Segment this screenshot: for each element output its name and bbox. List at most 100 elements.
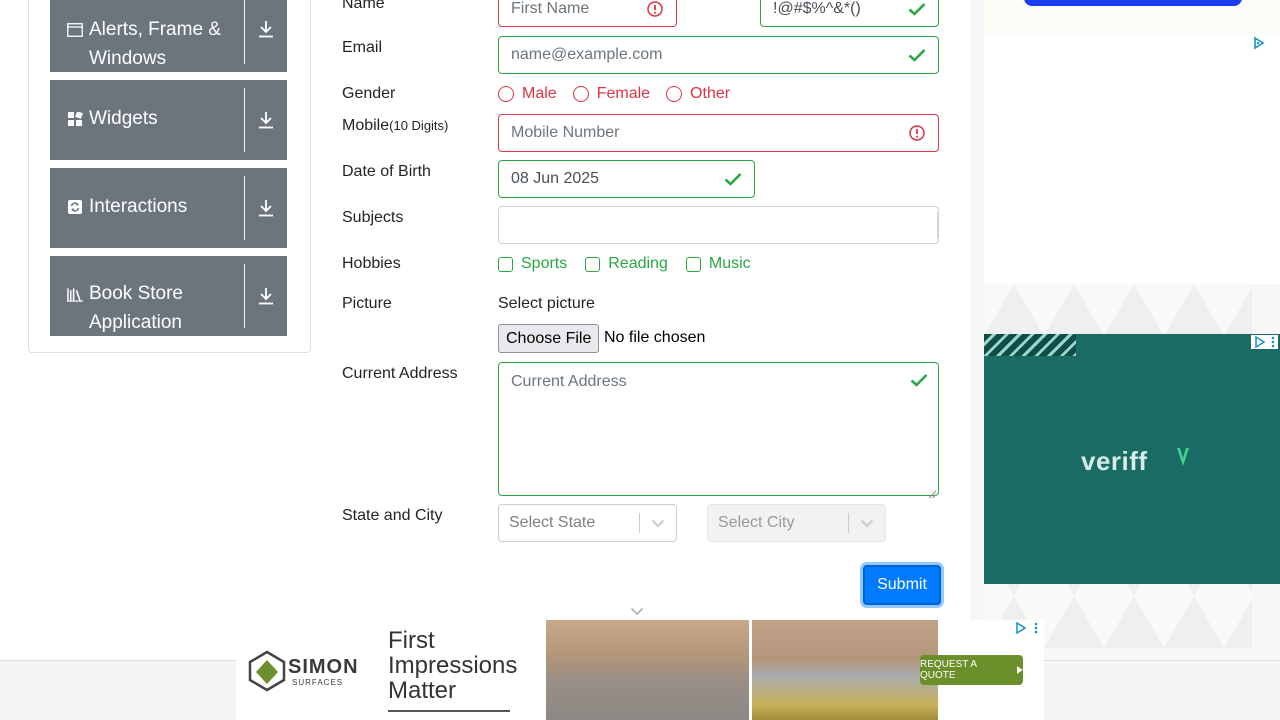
current-address-label: Current Address bbox=[342, 365, 458, 382]
download-icon[interactable] bbox=[245, 168, 287, 248]
top-ad[interactable] bbox=[984, 0, 1280, 34]
choose-file-button[interactable]: Choose File bbox=[498, 324, 600, 353]
chevron-down-icon[interactable] bbox=[849, 519, 885, 528]
radio-label: Female bbox=[596, 85, 651, 102]
sidebar-group-widgets[interactable]: Widgets bbox=[50, 80, 287, 160]
error-icon bbox=[646, 0, 664, 18]
hobbies-checkbox-group: Sports Reading Music bbox=[498, 254, 767, 274]
headline-line-2: Impressions bbox=[388, 652, 518, 679]
city-placeholder: Select City bbox=[718, 514, 795, 531]
mobile-input[interactable]: Mobile Number bbox=[498, 114, 939, 152]
chevron-down-icon[interactable] bbox=[640, 519, 676, 528]
first-name-placeholder: First Name bbox=[511, 0, 590, 17]
brand-subtitle: SURFACES bbox=[292, 678, 344, 687]
resize-grip-icon[interactable] bbox=[928, 485, 937, 499]
checkbox[interactable] bbox=[685, 256, 701, 272]
hobby-checkbox-music[interactable]: Music bbox=[685, 255, 751, 273]
chevron-down-icon[interactable] bbox=[630, 603, 644, 621]
ad-options-icon[interactable] bbox=[1030, 621, 1042, 635]
subjects-label: Subjects bbox=[342, 209, 404, 226]
radio-label: Male bbox=[522, 85, 557, 102]
sidebar-group-divider bbox=[244, 88, 245, 152]
check-icon bbox=[724, 170, 742, 188]
last-name-input[interactable]: !@#$%^&*() bbox=[760, 0, 939, 27]
picture-label: Picture bbox=[342, 295, 392, 312]
sidebar-group-label-line2: Application bbox=[89, 312, 182, 333]
gender-radio-male[interactable]: Male bbox=[498, 85, 557, 103]
sidebar-group-label: Widgets bbox=[89, 108, 158, 129]
last-name-value: !@#$%^&*() bbox=[773, 0, 861, 17]
gender-radio-other[interactable]: Other bbox=[666, 85, 730, 103]
adchoices-icon[interactable] bbox=[1252, 36, 1266, 50]
adchoices-icon[interactable] bbox=[1251, 335, 1269, 349]
state-select[interactable]: Select State bbox=[498, 504, 677, 542]
radio-button[interactable] bbox=[572, 86, 589, 102]
subjects-input[interactable] bbox=[498, 206, 939, 244]
no-file-chosen-text: No file chosen bbox=[604, 329, 706, 346]
headline-line-1: First bbox=[388, 627, 435, 654]
checkbox[interactable] bbox=[498, 256, 513, 272]
email-placeholder: name@example.com bbox=[511, 46, 663, 63]
state-placeholder: Select State bbox=[509, 514, 596, 531]
radio-button[interactable] bbox=[666, 86, 683, 102]
current-address-textarea[interactable]: Current Address bbox=[498, 362, 939, 499]
headline-line-3: Matter bbox=[388, 677, 457, 704]
simon-logo: SIMON SURFACES bbox=[236, 620, 386, 720]
ad-slot-blank[interactable] bbox=[984, 34, 1280, 284]
sidebar-group-divider bbox=[244, 176, 245, 240]
email-input[interactable]: name@example.com bbox=[498, 36, 939, 74]
veriff-ad[interactable]: veriff bbox=[984, 334, 1280, 584]
sidebar-group-alerts-frame-windows[interactable]: Alerts, Frame & Windows bbox=[50, 0, 287, 72]
select-picture-label: Select picture bbox=[498, 295, 595, 312]
first-name-input[interactable]: First Name bbox=[498, 0, 677, 27]
gender-label: Gender bbox=[342, 85, 396, 102]
sidebar-group-book-store[interactable]: Book Store Application bbox=[50, 256, 287, 336]
checkbox[interactable] bbox=[585, 256, 601, 272]
check-icon bbox=[908, 0, 926, 18]
banner-headline: First Impressions Matter bbox=[388, 628, 517, 703]
download-icon[interactable] bbox=[245, 256, 287, 336]
veriff-leaf-icon bbox=[1176, 446, 1190, 473]
hobby-checkbox-reading[interactable]: Reading bbox=[585, 255, 668, 273]
check-icon bbox=[908, 46, 926, 64]
mobile-placeholder: Mobile Number bbox=[511, 124, 620, 141]
simon-surfaces-banner-ad[interactable]: SIMON SURFACES First Impressions Matter … bbox=[236, 620, 1044, 720]
checkbox-label: Sports bbox=[521, 255, 568, 272]
ad-options-icon[interactable] bbox=[1268, 335, 1278, 349]
mobile-label-text: Mobile bbox=[342, 117, 390, 134]
date-of-birth-input[interactable]: 08 Jun 2025 bbox=[498, 160, 755, 198]
download-icon[interactable] bbox=[245, 80, 287, 160]
city-select[interactable]: Select City bbox=[707, 504, 886, 542]
subjects-divider bbox=[937, 212, 938, 238]
error-icon bbox=[908, 124, 926, 142]
request-quote-button[interactable]: REQUEST A QUOTE bbox=[920, 655, 1023, 685]
ad-button[interactable] bbox=[1024, 0, 1242, 6]
after-photo bbox=[752, 620, 938, 720]
sidebar-group-label-line2: Windows bbox=[89, 48, 167, 69]
radio-label: Other bbox=[690, 85, 731, 102]
sidebar-group-divider bbox=[244, 0, 245, 64]
submit-button[interactable]: Submit bbox=[863, 565, 941, 605]
radio-button[interactable] bbox=[498, 86, 514, 102]
before-photo bbox=[546, 620, 749, 720]
widgets-icon bbox=[67, 111, 83, 127]
window-icon bbox=[67, 22, 83, 38]
simon-logo-mark-icon bbox=[248, 650, 286, 692]
interactions-icon bbox=[67, 199, 83, 215]
sidebar-group-label-line1: Alerts, Frame & bbox=[89, 19, 221, 40]
dob-value: 08 Jun 2025 bbox=[511, 170, 600, 187]
books-icon bbox=[67, 286, 83, 302]
gender-radio-group: Male Female Other bbox=[498, 84, 746, 104]
ad-stripes bbox=[984, 334, 1076, 356]
adchoices-icon[interactable] bbox=[1012, 621, 1030, 635]
sidebar-group-divider bbox=[244, 264, 245, 328]
sidebar-group-interactions[interactable]: Interactions bbox=[50, 168, 287, 248]
hobby-checkbox-sports[interactable]: Sports bbox=[498, 255, 567, 273]
email-label: Email bbox=[342, 39, 383, 56]
mobile-hint: (10 Digits) bbox=[389, 118, 449, 133]
brand-name: SIMON bbox=[288, 656, 359, 678]
veriff-logo: veriff bbox=[1081, 446, 1148, 476]
address-placeholder: Current Address bbox=[511, 373, 627, 390]
download-icon[interactable] bbox=[245, 0, 287, 72]
gender-radio-female[interactable]: Female bbox=[572, 85, 651, 103]
